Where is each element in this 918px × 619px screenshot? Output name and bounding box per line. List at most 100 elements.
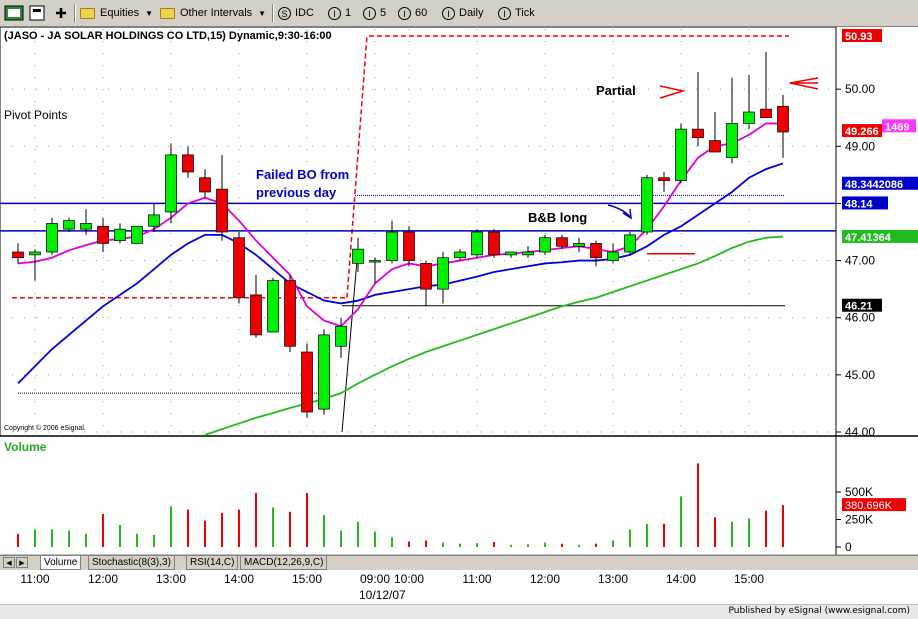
copyright-label: Copyright © 2006 eSignal.	[4, 424, 86, 432]
candle-body	[97, 225, 109, 244]
y-tick-label: 50.00	[845, 82, 875, 96]
candle-body	[403, 231, 415, 261]
candle-body	[182, 154, 194, 173]
x-tick-label: 11:00	[462, 572, 491, 586]
toolbar-separator	[74, 4, 76, 22]
indicator-tabs: ◀ ▶ Volume Stochastic(8(3),3) RSI(14,C) …	[0, 555, 918, 570]
candle-body	[318, 334, 330, 410]
idc-label: IDC	[295, 7, 314, 19]
candle-body	[29, 251, 41, 256]
candle-body	[420, 263, 432, 290]
interval-5-button[interactable]: I 5	[363, 3, 386, 23]
y-tick-label: 44.00	[845, 425, 875, 439]
price-label-text: 1469	[885, 121, 909, 133]
candle-body	[743, 111, 755, 124]
price-chart[interactable]: 44.0045.0046.0047.0048.0049.0050.00 500K…	[0, 27, 918, 604]
failed-bo-annotation: Failed BO from	[256, 167, 349, 182]
y-tick-label: 47.00	[845, 254, 875, 268]
candle-body	[233, 237, 245, 299]
interval-icon: I	[398, 6, 411, 20]
x-tick-label: 14:00	[666, 572, 696, 586]
price-label-text: 50.93	[845, 31, 873, 43]
volume-tick-label: 250K	[845, 513, 873, 527]
candle-body	[505, 251, 517, 256]
candle-body	[777, 105, 789, 133]
published-by: Published by eSignal (www.esignal.com)	[728, 606, 910, 616]
price-label-text: 48.3442086	[845, 179, 903, 191]
candle-body	[488, 231, 500, 256]
x-tick-label: 15:00	[734, 572, 764, 586]
bb-long-annotation: B&B long	[528, 210, 587, 225]
toolbar-separator	[272, 4, 274, 22]
x-tick-label: 15:00	[292, 572, 322, 586]
toolbar-icons	[4, 3, 76, 23]
toolbar-icon-group	[4, 5, 66, 21]
volume-tick-label: 0	[845, 540, 852, 554]
candle-body	[607, 251, 619, 261]
candle-body	[63, 220, 75, 230]
volume-last-label: 380.696K	[845, 500, 893, 512]
candle-body	[335, 325, 347, 347]
other-intervals-menu[interactable]: Other Intervals ▼	[160, 3, 266, 23]
x-tick-label: 09:00	[360, 572, 390, 586]
candle-body	[709, 140, 721, 153]
candle-body	[165, 154, 177, 213]
interval-1-button[interactable]: I 1	[328, 3, 351, 23]
candle-body	[369, 260, 381, 263]
candle-body	[199, 177, 211, 193]
x-tick-label: 14:00	[224, 572, 254, 586]
price-label-text: 47.41364	[845, 232, 892, 244]
candle-body	[760, 108, 772, 119]
candle-body	[471, 231, 483, 256]
interval-icon: I	[442, 6, 455, 20]
layout-icon[interactable]	[29, 5, 45, 21]
chart-window-icon-screen	[8, 9, 20, 17]
idc-icon: S	[278, 6, 291, 20]
interval-icon: I	[328, 6, 341, 20]
candle-body	[641, 177, 653, 233]
candle-body	[301, 351, 313, 413]
candle-body	[114, 228, 126, 241]
scroll-left-icon[interactable]: ◀	[3, 557, 15, 568]
chart-title: (JASO - JA SOLAR HOLDINGS CO LTD,15) Dyn…	[4, 30, 332, 42]
candle-body	[250, 294, 262, 336]
tab-rsi[interactable]: RSI(14,C)	[186, 556, 239, 570]
daily-button[interactable]: I Daily	[442, 3, 483, 23]
equities-menu[interactable]: Equities ▼	[80, 3, 153, 23]
other-intervals-label: Other Intervals	[180, 7, 253, 19]
candle-body	[454, 251, 466, 259]
candle-body	[590, 243, 602, 259]
interval-60-button[interactable]: I 60	[398, 3, 427, 23]
interval-icon: I	[363, 6, 376, 20]
candle-body	[437, 257, 449, 290]
chevron-down-icon: ▼	[258, 8, 267, 18]
candle-body	[624, 234, 636, 253]
price-label-text: 48.14	[845, 198, 873, 210]
scroll-right-icon[interactable]: ▶	[16, 557, 28, 568]
y-tick-label: 46.00	[845, 311, 875, 325]
y-tick-label: 49.00	[845, 139, 875, 153]
candle-body	[675, 128, 687, 181]
tick-label: Tick	[515, 7, 535, 19]
folder-icon	[80, 7, 95, 19]
candle-body	[692, 128, 704, 139]
previous-day-annotation: previous day	[256, 185, 337, 200]
add-icon[interactable]	[56, 8, 66, 18]
idc-button[interactable]: S IDC	[278, 3, 314, 23]
interval-icon: I	[498, 6, 511, 20]
x-tick-label: 10:00	[394, 572, 424, 586]
candle-body	[284, 280, 296, 347]
tab-macd[interactable]: MACD(12,26,9,C)	[240, 556, 328, 570]
equities-label: Equities	[100, 7, 140, 19]
tab-volume[interactable]: Volume	[40, 556, 82, 570]
tick-button[interactable]: I Tick	[498, 3, 535, 23]
date-label: 10/12/07	[359, 588, 406, 602]
candle-body	[46, 223, 58, 253]
chevron-down-icon: ▼	[145, 8, 154, 18]
candle-body	[80, 223, 92, 230]
toolbar: Equities ▼ Other Intervals ▼ S IDC I 1 I…	[0, 0, 918, 27]
partial-annotation: Partial	[596, 83, 636, 98]
candle-body	[556, 237, 568, 247]
tab-stochastic[interactable]: Stochastic(8(3),3)	[88, 556, 175, 570]
interval-5-label: 5	[380, 7, 387, 19]
